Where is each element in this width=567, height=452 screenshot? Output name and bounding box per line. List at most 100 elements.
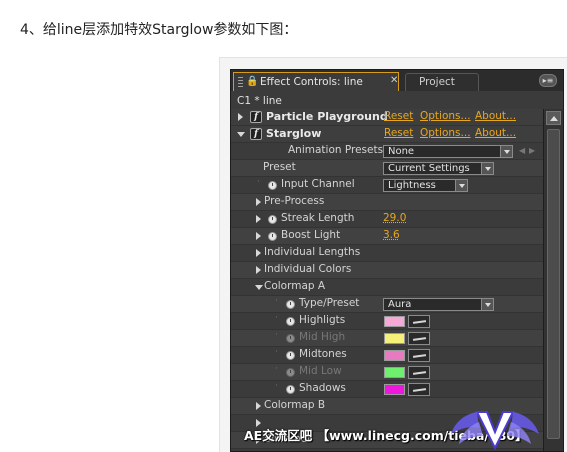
stopwatch-icon[interactable] bbox=[286, 334, 295, 343]
stopwatch-icon[interactable] bbox=[268, 232, 277, 241]
colormap-a-label: Colormap A bbox=[264, 280, 326, 292]
effect-controls-panel: 🔒 Effect Controls: line ✕ Project ▸≡ C1 … bbox=[230, 69, 564, 452]
individual-lengths-label: Individual Lengths bbox=[264, 246, 361, 258]
color-swatch[interactable] bbox=[384, 316, 405, 327]
streak-length-value[interactable]: 29.0 bbox=[383, 212, 406, 224]
layer-name: C1 * line bbox=[237, 95, 282, 107]
panel-menu-icon[interactable]: ▸≡ bbox=[539, 74, 557, 87]
colormap-a-row[interactable]: Colormap A bbox=[231, 279, 543, 296]
input-channel-label: Input Channel bbox=[281, 178, 355, 190]
chevron-down-icon bbox=[500, 146, 512, 157]
color-swatch[interactable] bbox=[384, 350, 405, 361]
preset-next-icon[interactable]: ▶ bbox=[529, 146, 535, 155]
expand-triangle-icon[interactable] bbox=[256, 266, 261, 274]
reset-link[interactable]: Reset bbox=[384, 127, 413, 139]
colormap-b-label: Colormap B bbox=[264, 399, 326, 411]
input-channel-value: Lightness bbox=[388, 180, 436, 191]
options-link[interactable]: Options... bbox=[420, 110, 471, 122]
type-preset-value: Aura bbox=[388, 299, 412, 310]
effect-row-particle-playground[interactable]: f Particle Playground Reset Options... A… bbox=[231, 109, 543, 126]
tree-dots: · bbox=[275, 381, 279, 391]
pre-process-row[interactable]: Pre-Process bbox=[231, 194, 543, 211]
eyedropper-icon[interactable] bbox=[408, 366, 430, 379]
tab-project-label: Project bbox=[419, 76, 455, 88]
collapse-triangle-icon[interactable] bbox=[255, 285, 263, 290]
individual-lengths-row[interactable]: Individual Lengths bbox=[231, 245, 543, 262]
preset-select[interactable]: Current Settings bbox=[383, 162, 494, 175]
color-label: Midtones bbox=[299, 348, 347, 360]
color-label: Highligts bbox=[299, 314, 346, 326]
stopwatch-icon[interactable] bbox=[268, 181, 277, 190]
individual-colors-row[interactable]: Individual Colors bbox=[231, 262, 543, 279]
tree-dots: · bbox=[257, 177, 261, 187]
options-link[interactable]: Options... bbox=[420, 127, 471, 139]
expand-triangle-icon[interactable] bbox=[238, 113, 243, 121]
eyedropper-icon[interactable] bbox=[408, 315, 430, 328]
lock-icon[interactable]: 🔒 bbox=[246, 76, 258, 88]
tree-dots: · bbox=[275, 330, 279, 340]
collapse-triangle-icon[interactable] bbox=[237, 132, 245, 137]
boost-light-value[interactable]: 3.6 bbox=[383, 229, 400, 241]
input-channel-select[interactable]: Lightness bbox=[383, 179, 468, 192]
tree-dots: · bbox=[275, 364, 279, 374]
expand-triangle-icon[interactable] bbox=[256, 215, 261, 223]
color-label: Mid Low bbox=[299, 365, 342, 377]
wing-logo-icon bbox=[451, 411, 539, 451]
type-preset-select[interactable]: Aura bbox=[383, 298, 494, 311]
color-row-mid-low: · Mid Low bbox=[231, 364, 543, 381]
reset-link[interactable]: Reset bbox=[384, 110, 413, 122]
boost-light-label: Boost Light bbox=[281, 229, 341, 241]
fx-toggle-icon[interactable]: f bbox=[250, 111, 262, 123]
drag-grip-icon[interactable] bbox=[238, 77, 243, 88]
animation-presets-label: Animation Presets: bbox=[288, 144, 387, 156]
stopwatch-icon[interactable] bbox=[286, 317, 295, 326]
streak-length-label: Streak Length bbox=[281, 212, 355, 224]
scroll-thumb[interactable] bbox=[547, 129, 560, 439]
color-row-shadows: · Shadows bbox=[231, 381, 543, 398]
about-link[interactable]: About... bbox=[475, 110, 516, 122]
color-swatch[interactable] bbox=[384, 384, 405, 395]
stopwatch-icon[interactable] bbox=[286, 300, 295, 309]
eyedropper-icon[interactable] bbox=[408, 349, 430, 362]
color-swatch[interactable] bbox=[384, 333, 405, 344]
effect-name: Particle Playground bbox=[266, 110, 388, 123]
panel-tab-bar: 🔒 Effect Controls: line ✕ Project ▸≡ bbox=[231, 70, 563, 91]
fx-toggle-icon[interactable]: f bbox=[250, 128, 262, 140]
expand-triangle-icon[interactable] bbox=[256, 249, 261, 257]
animation-presets-select[interactable]: None bbox=[383, 145, 513, 158]
individual-colors-label: Individual Colors bbox=[264, 263, 352, 275]
type-preset-row: · Type/Preset Aura bbox=[231, 296, 543, 313]
preset-row: Preset Current Settings bbox=[231, 160, 543, 177]
expand-triangle-icon[interactable] bbox=[256, 402, 261, 410]
stopwatch-icon[interactable] bbox=[286, 351, 295, 360]
effect-row-starglow[interactable]: f Starglow Reset Options... About... bbox=[231, 126, 543, 143]
animation-presets-row: Animation Presets: None ◀ ▶ bbox=[231, 143, 543, 160]
color-swatch[interactable] bbox=[384, 367, 405, 378]
chevron-down-icon bbox=[481, 163, 493, 174]
stopwatch-icon[interactable] bbox=[286, 385, 295, 394]
scroll-up-icon[interactable] bbox=[546, 111, 561, 125]
color-label: Mid High bbox=[299, 331, 346, 343]
tree-dots: · bbox=[275, 347, 279, 357]
tab-effect-controls[interactable]: 🔒 Effect Controls: line ✕ bbox=[233, 72, 399, 91]
stopwatch-icon[interactable] bbox=[268, 215, 277, 224]
about-link[interactable]: About... bbox=[475, 127, 516, 139]
page-heading: 4、给line层添加特效Starglow参数如下图： bbox=[20, 22, 298, 38]
color-row-highlights: · Highligts bbox=[231, 313, 543, 330]
animation-presets-value: None bbox=[388, 146, 415, 157]
preset-value: Current Settings bbox=[388, 163, 470, 174]
preset-prev-icon[interactable]: ◀ bbox=[519, 146, 525, 155]
tree-dots: · bbox=[275, 313, 279, 323]
tab-project[interactable]: Project bbox=[405, 73, 479, 91]
streak-length-row: Streak Length 29.0 bbox=[231, 211, 543, 228]
eyedropper-icon[interactable] bbox=[408, 383, 430, 396]
eyedropper-icon[interactable] bbox=[408, 332, 430, 345]
tab-effect-controls-label: Effect Controls: line bbox=[260, 76, 363, 88]
expand-triangle-icon[interactable] bbox=[256, 198, 261, 206]
stopwatch-icon[interactable] bbox=[286, 368, 295, 377]
color-row-mid-high: · Mid High bbox=[231, 330, 543, 347]
close-icon[interactable]: ✕ bbox=[390, 75, 398, 86]
vertical-scrollbar[interactable] bbox=[543, 109, 563, 451]
expand-triangle-icon[interactable] bbox=[256, 232, 261, 240]
tree-dots: · bbox=[275, 296, 279, 306]
